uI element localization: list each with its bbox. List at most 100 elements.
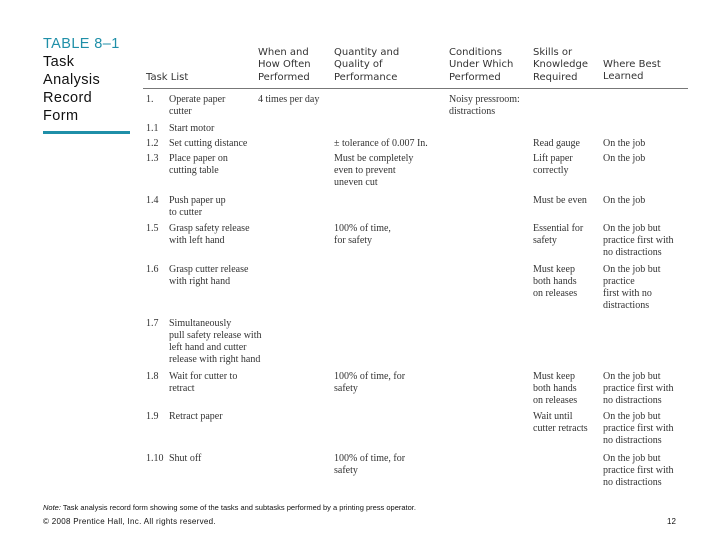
cell-line: left hand and cutter [169, 342, 247, 353]
cell-skills: Must keep both hands on releases [533, 371, 577, 407]
header-line: Knowledge [533, 59, 588, 71]
title-underline-divider [43, 131, 130, 134]
cell-line: safety [334, 465, 358, 476]
note-label: Note: [43, 503, 61, 512]
cell-where: On the job but practice first with no dist… [603, 223, 674, 259]
cell-line: 100% of time, for [334, 371, 406, 382]
cell-quantity: 100% of time, for safety [334, 453, 405, 477]
header-skills: Skills or Knowledge Required [533, 47, 588, 84]
task-number: 1.2 [146, 138, 159, 149]
cell-line: on releases [533, 395, 578, 406]
cell-line: On the job [603, 195, 646, 206]
header-task-list: Task List [146, 72, 188, 84]
cell-skills: Read gauge [533, 138, 580, 150]
cell-line: with right hand [169, 276, 231, 287]
cell-task: Simultaneously pull safety release with le… [169, 318, 261, 366]
cell-line: Lift paper [533, 153, 573, 164]
table-title-line: Analysis [43, 72, 101, 88]
cell-line: for safety [334, 235, 373, 246]
task-number: 1.5 [146, 223, 159, 234]
cell-line: Simultaneously [169, 318, 232, 329]
cell-line: uneven cut [334, 177, 378, 188]
header-line: Where Best [603, 59, 661, 70]
task-number: 1.4 [146, 195, 159, 206]
cell-line: Grasp cutter release [169, 264, 249, 275]
cell-line: On the job [603, 138, 646, 149]
cell-line: on releases [533, 288, 578, 299]
cell-line: Retract paper [169, 411, 223, 422]
header-quantity: Quantity and Quality of Performance [334, 47, 399, 84]
cell-where: On the job [603, 153, 645, 165]
cell-line: On the job but [603, 411, 661, 422]
cell-task: Wait for cutter to retract [169, 371, 237, 395]
cell-line: ± tolerance of 0.007 In. [334, 138, 428, 149]
cell-line: cutting table [169, 165, 219, 176]
task-number: 1.10 [146, 453, 164, 464]
cell-line: practice first with [603, 465, 674, 476]
cell-line: release with right hand [169, 354, 261, 365]
cell-line: retract [169, 383, 195, 394]
cell-line: Push paper up [169, 195, 226, 206]
cell-where: On the job [603, 195, 645, 207]
cell-line: distractions [603, 300, 650, 311]
cell-line: On the job but [603, 453, 661, 464]
header-line: Quantity and [334, 47, 400, 58]
header-line: How Often [258, 59, 311, 71]
cell-line: no distractions [603, 395, 662, 406]
cell-line: cutter retracts [533, 423, 588, 434]
cell-line: Must be even [533, 195, 587, 206]
cell-task: Set cutting distance [169, 138, 247, 150]
cell-where: On the job [603, 138, 645, 150]
cell-line: with left hand [169, 235, 225, 246]
cell-task: Push paper up to cutter [169, 195, 226, 219]
header-line: Under Which [449, 59, 514, 71]
header-line: Performed [258, 71, 310, 83]
cell-where: On the job but practice first with no dist… [603, 371, 674, 407]
task-number: 1.7 [146, 318, 159, 329]
cell-task: Shut off [169, 453, 201, 465]
header-conditions: Conditions Under Which Performed [449, 47, 513, 84]
cell-line: Essential for [533, 223, 584, 234]
task-number: 1.9 [146, 411, 159, 422]
header-where: Where Best Learned [603, 59, 661, 84]
header-line: Performance [334, 71, 398, 83]
page-number: 12 [667, 517, 676, 526]
cell-line: no distractions [603, 247, 662, 258]
cell-line: to cutter [169, 207, 203, 218]
cell-line: practice first with [603, 235, 674, 246]
cell-line: Wait for cutter to [169, 371, 238, 382]
cell-line: pull safety release with [169, 330, 262, 341]
header-line: Learned [603, 71, 644, 83]
header-line: Required [533, 71, 578, 83]
header-when: When and How Often Performed [258, 47, 311, 84]
cell-line: 100% of time, for [334, 453, 406, 464]
cell-line: both hands [533, 383, 577, 394]
cell-line: On the job but [603, 223, 661, 234]
cell-line: both hands [533, 276, 577, 287]
cell-line: Noisy pressroom: [449, 94, 520, 105]
cell-line: Wait until [533, 411, 573, 422]
cell-line: Start motor [169, 123, 215, 134]
cell-line: Shut off [169, 453, 202, 464]
cell-line: Must keep [533, 264, 575, 275]
header-line: Performed [449, 71, 501, 83]
cell-line: practice first with [603, 383, 674, 394]
cell-where: On the job but practice first with no dist… [603, 453, 674, 489]
cell-skills: Wait until cutter retracts [533, 411, 588, 435]
cell-line: On the job but [603, 371, 661, 382]
cell-skills: Essential for safety [533, 223, 583, 247]
table-number: TABLE 8–1 [43, 36, 120, 52]
cell-quantity: 100% of time, for safety [334, 371, 405, 395]
cell-line: safety [533, 235, 557, 246]
table-title-line: Record [43, 90, 93, 106]
cell-line: correctly [533, 165, 569, 176]
cell-line: Place paper on [169, 153, 228, 164]
cell-line: safety [334, 383, 358, 394]
table-note: Note: Task analysis record form showing … [43, 503, 416, 512]
cell-skills: Must be even [533, 195, 587, 207]
cell-line: Grasp safety release [169, 223, 250, 234]
cell-line: Must be completely [334, 153, 414, 164]
task-number: 1. [146, 94, 154, 105]
cell-line: even to prevent [334, 165, 396, 176]
cell-line: Must keep [533, 371, 575, 382]
